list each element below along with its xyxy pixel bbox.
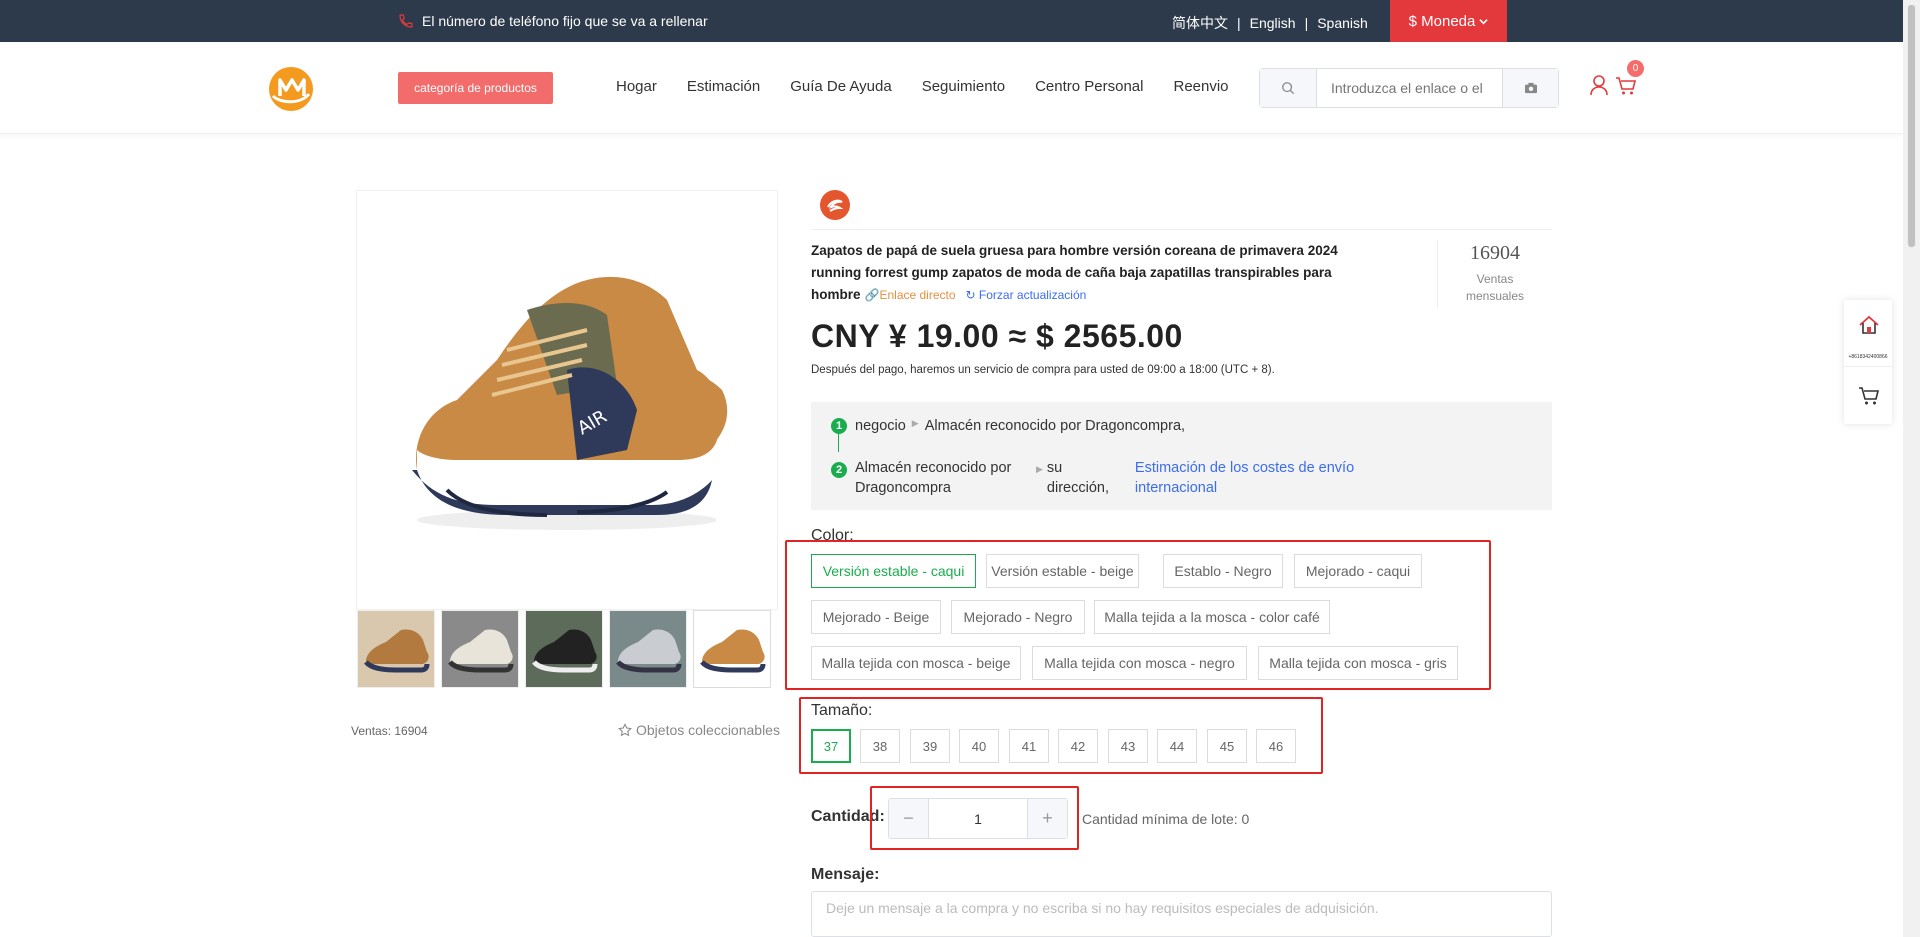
divider: [811, 229, 1552, 230]
main-nav: Hogar Estimación Guía De Ayuda Seguimien…: [616, 78, 1229, 95]
search-icon[interactable]: [1260, 69, 1317, 107]
route-step-2: 2 Almacén reconocido por Dragoncompra ▶ …: [831, 458, 1375, 498]
star-icon: [618, 723, 632, 737]
lang-spanish[interactable]: Spanish: [1317, 15, 1368, 31]
category-button[interactable]: categoría de productos: [398, 72, 553, 104]
alibaba-icon: [827, 199, 844, 212]
thumbnail-1[interactable]: [357, 610, 435, 688]
nav-estimation[interactable]: Estimación: [687, 78, 760, 95]
product-price: CNY ¥ 19.00 ≈ $ 2565.00: [811, 318, 1183, 354]
currency-dropdown[interactable]: $ Moneda: [1390, 0, 1507, 42]
after-payment-note: Después del pago, haremos un servicio de…: [811, 364, 1275, 376]
currency-label: $ Moneda: [1408, 12, 1476, 30]
scrollbar-thumb[interactable]: [1907, 4, 1916, 248]
message-label: Mensaje:: [811, 866, 880, 883]
shoe-white-icon: [448, 629, 514, 673]
side-float-panel: +8618342400866: [1844, 300, 1892, 424]
monthly-sales-value: 16904: [1470, 242, 1520, 264]
search-input[interactable]: [1317, 69, 1502, 107]
lang-english[interactable]: English: [1250, 15, 1296, 31]
collect-button[interactable]: Objetos coleccionables: [618, 722, 780, 738]
user-icon[interactable]: [1589, 74, 1609, 96]
direct-link-label: Enlace directo: [879, 288, 956, 302]
language-switcher: 简体中文 | English | Spanish: [1172, 13, 1368, 33]
shoe-black-icon: [532, 629, 598, 673]
page-scrollbar[interactable]: [1903, 0, 1920, 937]
nav-tracking[interactable]: Seguimiento: [922, 78, 1005, 95]
nav-help-guide[interactable]: Guía De Ayuda: [790, 78, 891, 95]
arrow-right-icon: ▶: [911, 418, 919, 428]
step-connector: [838, 432, 839, 452]
side-phone-number: +8618342400866: [1848, 354, 1888, 360]
minimum-lot-text: Cantidad mínima de lote: 0: [1082, 811, 1250, 827]
highlight-box-color: [785, 540, 1491, 690]
main-header: categoría de productos Hogar Estimación …: [0, 42, 1903, 134]
collect-label: Objetos coleccionables: [636, 722, 780, 738]
main-product-image[interactable]: AIR: [356, 190, 778, 610]
force-update-label: Forzar actualización: [978, 288, 1087, 302]
monthly-sales-label: Ventas mensuales: [1465, 272, 1525, 303]
direct-link[interactable]: 🔗Enlace directo: [865, 288, 956, 302]
arrow-right-icon: ▶: [1036, 464, 1043, 474]
product-title: Zapatos de papá de suela gruesa para hom…: [811, 240, 1371, 306]
phone-text: El número de teléfono fijo que se va a r…: [422, 13, 708, 29]
highlight-box-size: [799, 697, 1323, 774]
shipping-estimate-link[interactable]: Estimación de los costes de envío intern…: [1135, 458, 1375, 498]
site-logo[interactable]: [268, 66, 314, 112]
thumbnail-2[interactable]: [441, 610, 519, 688]
step-2-origin: Almacén reconocido por Dragoncompra: [855, 460, 1012, 496]
phone-info: El número de teléfono fijo que se va a r…: [398, 13, 708, 29]
thumbnail-3[interactable]: [525, 610, 603, 688]
cart-icon[interactable]: [1615, 76, 1637, 96]
top-bar: El número de teléfono fijo que se va a r…: [0, 0, 1903, 42]
shoe-grey-icon: [616, 629, 682, 673]
nav-reshipping[interactable]: Reenvio: [1173, 78, 1228, 95]
shipping-route: 1 negocio ▶ Almacén reconocido por Drago…: [811, 402, 1552, 510]
divider: [1844, 366, 1892, 367]
step-2-number: 2: [831, 462, 847, 478]
force-update-link[interactable]: ↻ Forzar actualización: [966, 288, 1087, 302]
step-1-origin: negocio: [855, 418, 906, 434]
highlight-box-quantity: [870, 786, 1079, 850]
search-bar: [1259, 68, 1559, 108]
thumbnail-5[interactable]: [693, 610, 771, 688]
camera-search-icon[interactable]: [1502, 69, 1558, 107]
home-icon[interactable]: [1858, 314, 1880, 336]
side-cart-icon[interactable]: [1858, 386, 1880, 406]
step-2-destination: su dirección,: [1046, 460, 1109, 496]
lang-chinese[interactable]: 简体中文: [1172, 13, 1228, 33]
phone-icon: [399, 14, 413, 28]
sales-count: Ventas: 16904: [351, 724, 428, 738]
cart-count-badge: 0: [1627, 60, 1644, 77]
thumbnail-4[interactable]: [609, 610, 687, 688]
step-1-destination: Almacén reconocido por Dragoncompra,: [924, 418, 1186, 434]
shoe-khaki-icon: [700, 629, 766, 673]
chevron-down-icon: [1479, 18, 1489, 24]
thumbnail-strip: [357, 610, 771, 688]
step-1-number: 1: [831, 418, 847, 434]
nav-personal-center[interactable]: Centro Personal: [1035, 78, 1143, 95]
monthly-sales: 16904 Ventas mensuales: [1437, 240, 1552, 308]
route-step-1: 1 negocio ▶ Almacén reconocido por Drago…: [831, 418, 1185, 434]
shoe-khaki-icon: [364, 629, 430, 673]
shoe-image-icon: AIR: [412, 276, 728, 530]
nav-home[interactable]: Hogar: [616, 78, 657, 95]
message-textarea[interactable]: Deje un mensaje a la compra y no escriba…: [811, 891, 1552, 937]
alibaba-shop-logo[interactable]: [820, 190, 850, 220]
